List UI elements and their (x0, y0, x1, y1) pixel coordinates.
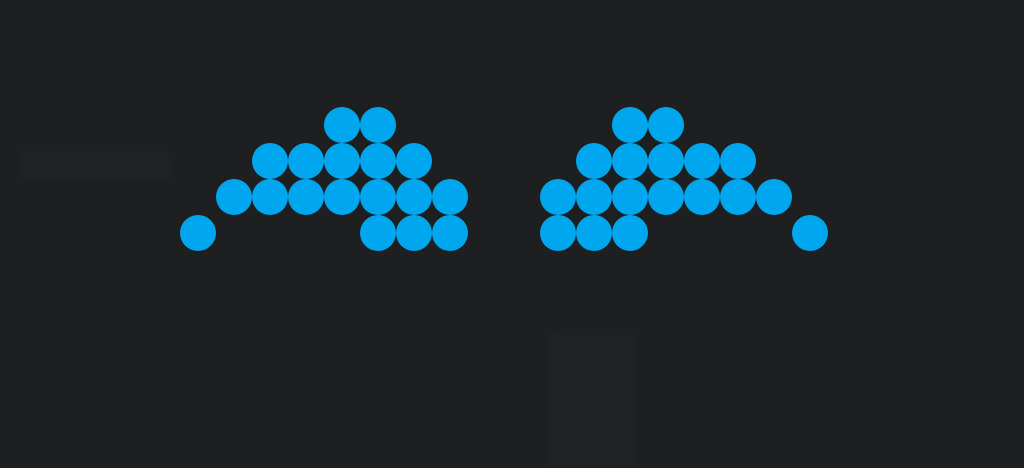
right-eye-dot (648, 107, 684, 143)
left-eye-dot (396, 215, 432, 251)
right-eye-dot (684, 143, 720, 179)
right-eye-dot (612, 215, 648, 251)
display-screen (0, 0, 1024, 468)
left-eye-dot (180, 215, 216, 251)
right-eye (540, 107, 828, 251)
left-eye-dot (324, 107, 360, 143)
right-eye-dot (576, 179, 612, 215)
left-eye-dot (396, 143, 432, 179)
right-eye-dot (720, 179, 756, 215)
right-eye-dot (648, 143, 684, 179)
left-eye-dot (288, 179, 324, 215)
right-eye-dot (612, 107, 648, 143)
right-eye-dot (792, 215, 828, 251)
right-eye-dot (648, 179, 684, 215)
left-eye-dot (360, 143, 396, 179)
left-eye-dot (252, 143, 288, 179)
right-eye-dot (576, 215, 612, 251)
left-eye-dot (288, 143, 324, 179)
right-eye-dot (540, 179, 576, 215)
left-eye-dot (432, 179, 468, 215)
right-eye-dot (612, 143, 648, 179)
right-eye-dot (756, 179, 792, 215)
left-eye-dot (216, 179, 252, 215)
left-eye-dot (252, 179, 288, 215)
led-eyes-display (180, 107, 828, 251)
left-eye-dot (396, 179, 432, 215)
left-eye-dot (360, 107, 396, 143)
left-eye-dot (324, 179, 360, 215)
right-eye-dot (684, 179, 720, 215)
left-eye-dot (360, 179, 396, 215)
left-eye-dot (360, 215, 396, 251)
right-eye-dot (720, 143, 756, 179)
left-eye-dot (324, 143, 360, 179)
right-eye-dot (540, 215, 576, 251)
right-eye-dot (576, 143, 612, 179)
left-eye-dot (432, 215, 468, 251)
left-eye (180, 107, 468, 251)
right-eye-dot (612, 179, 648, 215)
